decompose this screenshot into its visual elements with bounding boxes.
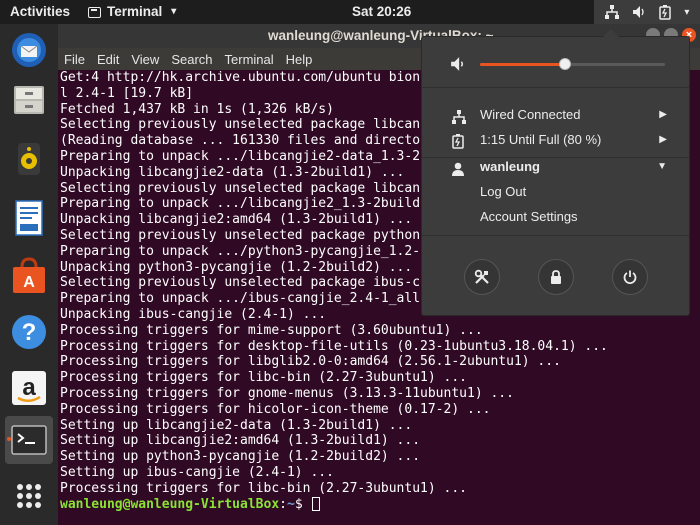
- dock-item-software[interactable]: A: [5, 252, 53, 300]
- terminal-line: Setting up ibus-cangjie (2.4-1) ...: [60, 464, 334, 480]
- files-icon: [14, 86, 44, 114]
- software-icon: A: [13, 257, 45, 293]
- dock: A ? a: [0, 24, 58, 525]
- rhythmbox-icon: [18, 143, 40, 175]
- volume-slider-handle[interactable]: [559, 58, 572, 70]
- user-label: wanleung: [480, 159, 540, 174]
- writer-icon: [15, 200, 43, 236]
- popup-arrow: [603, 29, 619, 37]
- lock-icon: [551, 270, 561, 284]
- volume-icon: [632, 5, 646, 19]
- dock-item-terminal[interactable]: [5, 416, 53, 464]
- menu-help[interactable]: Help: [286, 52, 313, 67]
- thunderbird-icon: [12, 33, 46, 67]
- menu-terminal[interactable]: Terminal: [225, 52, 274, 67]
- prompt-symbol: $: [294, 496, 311, 512]
- terminal-line: Processing triggers for hicolor-icon-the…: [60, 401, 491, 417]
- dock-item-show-apps[interactable]: [5, 472, 53, 520]
- chevron-down-icon: ▼: [657, 161, 667, 172]
- battery-label: 1:15 Until Full (80 %): [480, 132, 602, 147]
- text-cursor: [312, 497, 321, 512]
- terminal-line: Processing triggers for libc-bin (2.27-3…: [60, 480, 467, 496]
- clock[interactable]: Sat 20:26: [352, 4, 411, 19]
- prompt-separator: :: [279, 496, 287, 512]
- dock-item-files[interactable]: [5, 75, 53, 123]
- dock-item-thunderbird[interactable]: [5, 26, 53, 74]
- terminal-line: Setting up python3-pycangjie (1.2-2build…: [60, 449, 421, 465]
- app-menu-label: Terminal: [107, 4, 163, 19]
- terminal-line: Processing triggers for libglib2.0-0:amd…: [60, 354, 561, 370]
- chevron-right-icon: ▶: [659, 134, 667, 145]
- prompt-user: wanleung@wanleung-VirtualBox: [60, 496, 280, 512]
- chevron-right-icon: ▶: [659, 109, 667, 120]
- system-menu: Wired Connected ▶ 1:15 Until Full (80 %)…: [421, 29, 690, 316]
- account-settings-item[interactable]: Account Settings: [422, 205, 689, 229]
- terminal-small-icon: [88, 7, 101, 18]
- account-settings-label: Account Settings: [480, 209, 578, 224]
- svg-text:A: A: [23, 274, 35, 291]
- log-out-label: Log Out: [480, 184, 527, 199]
- chevron-down-icon: ▾: [684, 6, 690, 18]
- prompt-line[interactable]: wanleung@wanleung-VirtualBox:~$: [60, 497, 696, 513]
- power-icon: [623, 270, 637, 284]
- terminal-line: Processing triggers for desktop-file-uti…: [60, 338, 608, 354]
- power-button[interactable]: [612, 259, 648, 295]
- battery-item[interactable]: 1:15 Until Full (80 %) ▶: [422, 128, 689, 152]
- user-item[interactable]: wanleung ▼: [422, 155, 689, 179]
- terminal-line: Processing triggers for libc-bin (2.27-3…: [60, 370, 467, 386]
- battery-icon: [659, 4, 671, 20]
- chevron-down-icon: ▾: [171, 6, 177, 17]
- menu-divider: [422, 235, 689, 236]
- menu-edit[interactable]: Edit: [97, 52, 119, 67]
- volume-icon: [450, 56, 466, 75]
- menu-search[interactable]: Search: [171, 52, 212, 67]
- battery-icon: [452, 133, 464, 157]
- dock-item-amazon[interactable]: a: [5, 364, 53, 412]
- volume-slider[interactable]: [480, 58, 665, 70]
- dock-item-rhythmbox[interactable]: [5, 135, 53, 183]
- menu-divider: [422, 87, 689, 88]
- help-icon: ?: [12, 315, 46, 349]
- terminal-line: Setting up libcangjie2:amd64 (1.3-2build…: [60, 433, 421, 449]
- amazon-icon: a: [12, 371, 46, 405]
- volume-slider-fill: [480, 63, 566, 66]
- top-bar: Activities Terminal ▾ Sat 20:26 ▾: [0, 0, 700, 24]
- log-out-item[interactable]: Log Out: [422, 180, 689, 204]
- dock-item-help[interactable]: ?: [5, 308, 53, 356]
- tools-icon: [474, 269, 489, 284]
- wired-connected-item[interactable]: Wired Connected ▶: [422, 103, 689, 127]
- settings-button[interactable]: [464, 259, 500, 295]
- volume-row: [450, 55, 680, 73]
- menu-file[interactable]: File: [64, 52, 85, 67]
- network-icon: [604, 5, 619, 19]
- app-menu-button[interactable]: Terminal ▾: [88, 4, 176, 19]
- menu-view[interactable]: View: [131, 52, 159, 67]
- terminal-line: Processing triggers for gnome-menus (3.1…: [60, 385, 514, 401]
- prompt-path: ~: [286, 496, 295, 512]
- network-label: Wired Connected: [480, 107, 581, 122]
- lock-button[interactable]: [538, 259, 574, 295]
- action-buttons: [462, 259, 662, 299]
- system-indicators[interactable]: ▾: [594, 0, 700, 24]
- svg-text:a: a: [22, 374, 36, 401]
- show-apps-icon: [17, 484, 41, 508]
- activities-button[interactable]: Activities: [10, 4, 70, 19]
- dock-item-writer[interactable]: [5, 194, 53, 242]
- terminal-icon: [11, 425, 47, 455]
- svg-text:?: ?: [22, 319, 37, 346]
- terminal-line: Setting up libcangjie2-data (1.3-2build1…: [60, 417, 413, 433]
- terminal-line: Processing triggers for mime-support (3.…: [60, 322, 483, 338]
